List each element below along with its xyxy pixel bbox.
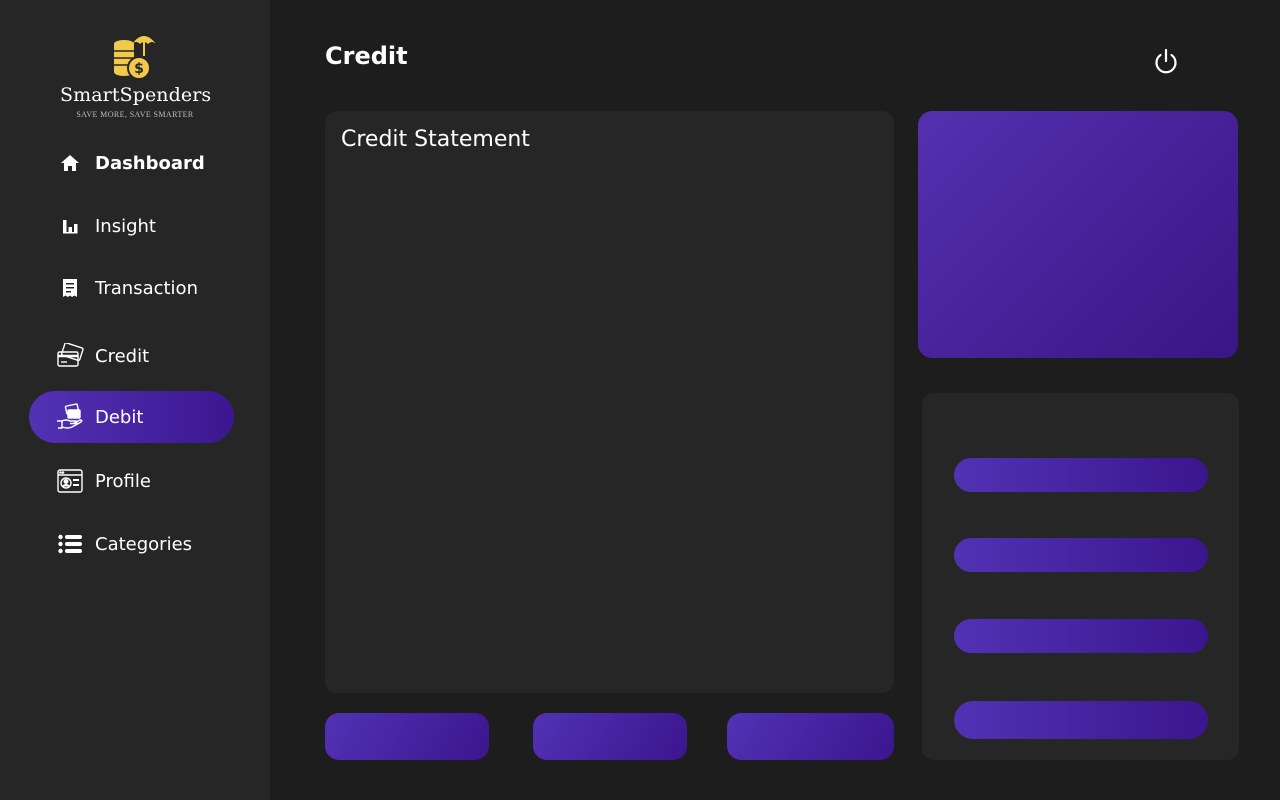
sidebar-item-debit[interactable]: Debit xyxy=(29,391,234,443)
sidebar-item-credit[interactable]: Credit xyxy=(29,330,234,382)
summary-list-item-2[interactable] xyxy=(954,538,1208,572)
sidebar-item-label: Transaction xyxy=(95,277,198,299)
credit-statement-panel: Credit Statement xyxy=(325,111,894,693)
power-button[interactable] xyxy=(1151,46,1181,76)
list-icon xyxy=(55,529,85,559)
sidebar-item-label: Insight xyxy=(95,215,156,237)
action-button-1[interactable] xyxy=(325,713,489,760)
action-button-2[interactable] xyxy=(533,713,687,760)
receipt-icon xyxy=(55,273,85,303)
credit-card-display xyxy=(918,111,1238,358)
summary-list-item-1[interactable] xyxy=(954,458,1208,492)
sidebar-item-dashboard[interactable]: Dashboard xyxy=(29,137,234,189)
sidebar-item-label: Debit xyxy=(95,406,144,428)
action-button-3[interactable] xyxy=(727,713,894,760)
sidebar-item-insight[interactable]: Insight xyxy=(29,200,234,252)
sidebar: $ SmartSpenders SAVE MORE, SAVE SMARTER … xyxy=(0,0,270,800)
coins-umbrella-icon: $ xyxy=(114,36,156,80)
power-icon xyxy=(1155,48,1177,74)
brand-tagline: SAVE MORE, SAVE SMARTER xyxy=(76,110,194,119)
summary-list-panel xyxy=(922,393,1239,760)
page-title: Credit xyxy=(325,42,408,70)
credit-cards-icon xyxy=(55,341,85,371)
id-card-icon xyxy=(55,466,85,496)
home-icon xyxy=(55,148,85,178)
sidebar-item-label: Categories xyxy=(95,533,193,555)
credit-statement-title: Credit Statement xyxy=(341,127,530,152)
svg-text:$: $ xyxy=(134,61,144,77)
sidebar-item-label: Dashboard xyxy=(95,152,205,174)
bar-chart-icon xyxy=(55,211,85,241)
hand-card-icon xyxy=(55,402,85,432)
sidebar-item-profile[interactable]: Profile xyxy=(29,455,234,507)
brand-logo[interactable]: $ SmartSpenders SAVE MORE, SAVE SMARTER xyxy=(60,30,212,119)
sidebar-item-categories[interactable]: Categories xyxy=(29,518,234,570)
sidebar-item-transaction[interactable]: Transaction xyxy=(29,262,234,314)
summary-list-item-3[interactable] xyxy=(954,619,1208,653)
sidebar-item-label: Credit xyxy=(95,345,150,367)
summary-list-item-4[interactable] xyxy=(954,701,1208,739)
sidebar-item-label: Profile xyxy=(95,470,151,492)
brand-name: SmartSpenders xyxy=(60,84,212,106)
